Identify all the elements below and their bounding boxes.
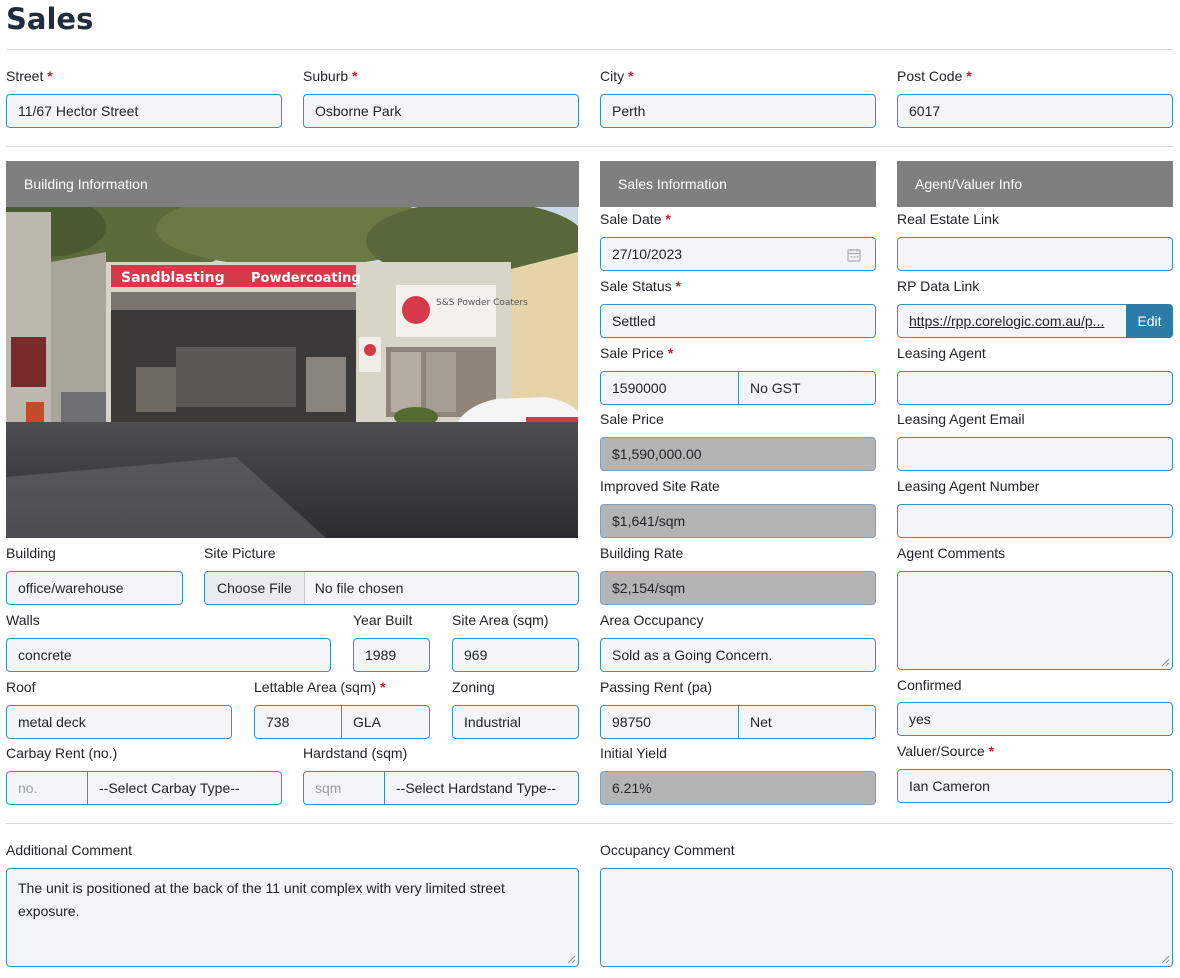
passing-rent-label: Passing Rent (pa) bbox=[600, 679, 713, 695]
city-input[interactable]: Perth bbox=[600, 94, 876, 128]
building-rate-display: $2,154/sqm bbox=[600, 571, 876, 605]
hardstand-input[interactable]: sqm bbox=[303, 771, 385, 805]
divider bbox=[6, 49, 1173, 50]
resize-handle-icon[interactable] bbox=[566, 954, 576, 964]
leasing-agent-number-input[interactable] bbox=[897, 504, 1173, 538]
zoning-label: Zoning bbox=[452, 679, 495, 695]
edit-button[interactable]: Edit bbox=[1126, 304, 1173, 338]
carbay-type-select[interactable]: --Select Carbay Type-- bbox=[87, 771, 282, 805]
additional-comment-label: Additional Comment bbox=[6, 842, 133, 858]
area-occupancy-label: Area Occupancy bbox=[600, 612, 704, 628]
roof-input[interactable]: metal deck bbox=[6, 705, 232, 739]
passing-rent-input[interactable]: 98750 bbox=[600, 705, 739, 739]
sale-status-select[interactable]: Settled bbox=[600, 304, 876, 338]
initial-yield-display: 6.21% bbox=[600, 771, 876, 805]
initial-yield-label: Initial Yield bbox=[600, 745, 667, 761]
rent-type-select[interactable]: Net bbox=[738, 705, 876, 739]
postcode-input[interactable]: 6017 bbox=[897, 94, 1173, 128]
photo-sign-text-2: Powdercoating bbox=[251, 271, 361, 286]
lettable-area-label: Lettable Area (sqm) * bbox=[254, 679, 386, 695]
site-photo: Sandblasting Powdercoating S&S Powder Co… bbox=[6, 207, 578, 538]
carbay-input[interactable]: no. bbox=[6, 771, 88, 805]
valuer-source-label: Valuer/Source * bbox=[897, 743, 995, 759]
city-label: City * bbox=[600, 68, 634, 84]
photo-logo-text: S&S Powder Coaters bbox=[436, 298, 528, 308]
sale-price-formatted-display: $1,590,000.00 bbox=[600, 437, 876, 471]
sale-price-input[interactable]: 1590000 bbox=[600, 371, 739, 405]
sales-info-header: Sales Information bbox=[600, 161, 876, 207]
divider bbox=[6, 146, 1173, 147]
area-occupancy-input[interactable]: Sold as a Going Concern. bbox=[600, 638, 876, 672]
site-area-input[interactable]: 969 bbox=[452, 638, 579, 672]
sale-price-formatted-label: Sale Price bbox=[600, 411, 664, 427]
improved-site-rate-display: $1,641/sqm bbox=[600, 504, 876, 538]
page-title: Sales bbox=[6, 2, 94, 36]
additional-comment-textarea[interactable]: The unit is positioned at the back of th… bbox=[6, 868, 579, 967]
confirmed-select[interactable]: yes bbox=[897, 702, 1173, 736]
street-label: Street * bbox=[6, 68, 53, 84]
resize-handle-icon[interactable] bbox=[1160, 954, 1170, 964]
leasing-agent-email-label: Leasing Agent Email bbox=[897, 411, 1025, 427]
lettable-area-unit-select[interactable]: GLA bbox=[341, 705, 430, 739]
resize-handle-icon[interactable] bbox=[1160, 657, 1170, 667]
sale-status-label: Sale Status * bbox=[600, 278, 681, 294]
agent-comments-textarea[interactable] bbox=[897, 571, 1173, 670]
suburb-label: Suburb * bbox=[303, 68, 358, 84]
file-status: No file chosen bbox=[314, 580, 404, 596]
occupancy-comment-textarea[interactable] bbox=[600, 868, 1173, 967]
postcode-label: Post Code * bbox=[897, 68, 972, 84]
sale-price-label: Sale Price * bbox=[600, 345, 674, 361]
leasing-agent-label: Leasing Agent bbox=[897, 345, 986, 361]
year-built-input[interactable]: 1989 bbox=[353, 638, 430, 672]
agent-comments-label: Agent Comments bbox=[897, 545, 1006, 561]
site-picture-file-input[interactable]: Choose File No file chosen bbox=[204, 571, 579, 605]
site-area-label: Site Area (sqm) bbox=[452, 612, 549, 628]
suburb-input[interactable]: Osborne Park bbox=[303, 94, 579, 128]
carbay-label: Carbay Rent (no.) bbox=[6, 745, 118, 761]
zoning-input[interactable]: Industrial bbox=[452, 705, 579, 739]
valuer-source-input[interactable]: Ian Cameron bbox=[897, 769, 1173, 803]
calendar-icon[interactable] bbox=[847, 248, 861, 262]
hardstand-type-select[interactable]: --Select Hardstand Type-- bbox=[384, 771, 579, 805]
building-rate-label: Building Rate bbox=[600, 545, 684, 561]
sale-date-label: Sale Date * bbox=[600, 211, 671, 227]
walls-input[interactable]: concrete bbox=[6, 638, 331, 672]
confirmed-label: Confirmed bbox=[897, 677, 962, 693]
street-input[interactable]: 11/67 Hector Street bbox=[6, 94, 282, 128]
rp-data-link[interactable]: https://rpp.corelogic.com.au/p... bbox=[897, 304, 1127, 338]
rp-data-link-label: RP Data Link bbox=[897, 278, 980, 294]
leasing-agent-email-input[interactable] bbox=[897, 437, 1173, 471]
real-estate-link-label: Real Estate Link bbox=[897, 211, 999, 227]
leasing-agent-number-label: Leasing Agent Number bbox=[897, 478, 1040, 494]
building-input[interactable]: office/warehouse bbox=[6, 571, 183, 605]
site-picture-label: Site Picture bbox=[204, 545, 276, 561]
lettable-area-input[interactable]: 738 bbox=[254, 705, 342, 739]
occupancy-comment-label: Occupancy Comment bbox=[600, 842, 735, 858]
real-estate-link-input[interactable] bbox=[897, 237, 1173, 271]
year-built-label: Year Built bbox=[353, 612, 413, 628]
divider bbox=[6, 823, 1173, 824]
sale-date-input[interactable]: 27/10/2023 bbox=[600, 237, 876, 271]
gst-select[interactable]: No GST bbox=[738, 371, 876, 405]
roof-label: Roof bbox=[6, 679, 36, 695]
agent-info-header: Agent/Valuer Info bbox=[897, 161, 1173, 207]
photo-sign-text: Sandblasting bbox=[121, 270, 225, 286]
choose-file-button[interactable]: Choose File bbox=[205, 572, 305, 604]
hardstand-label: Hardstand (sqm) bbox=[303, 745, 408, 761]
building-label: Building bbox=[6, 545, 56, 561]
building-info-header: Building Information bbox=[6, 161, 579, 207]
leasing-agent-input[interactable] bbox=[897, 371, 1173, 405]
improved-site-rate-label: Improved Site Rate bbox=[600, 478, 720, 494]
walls-label: Walls bbox=[6, 612, 40, 628]
